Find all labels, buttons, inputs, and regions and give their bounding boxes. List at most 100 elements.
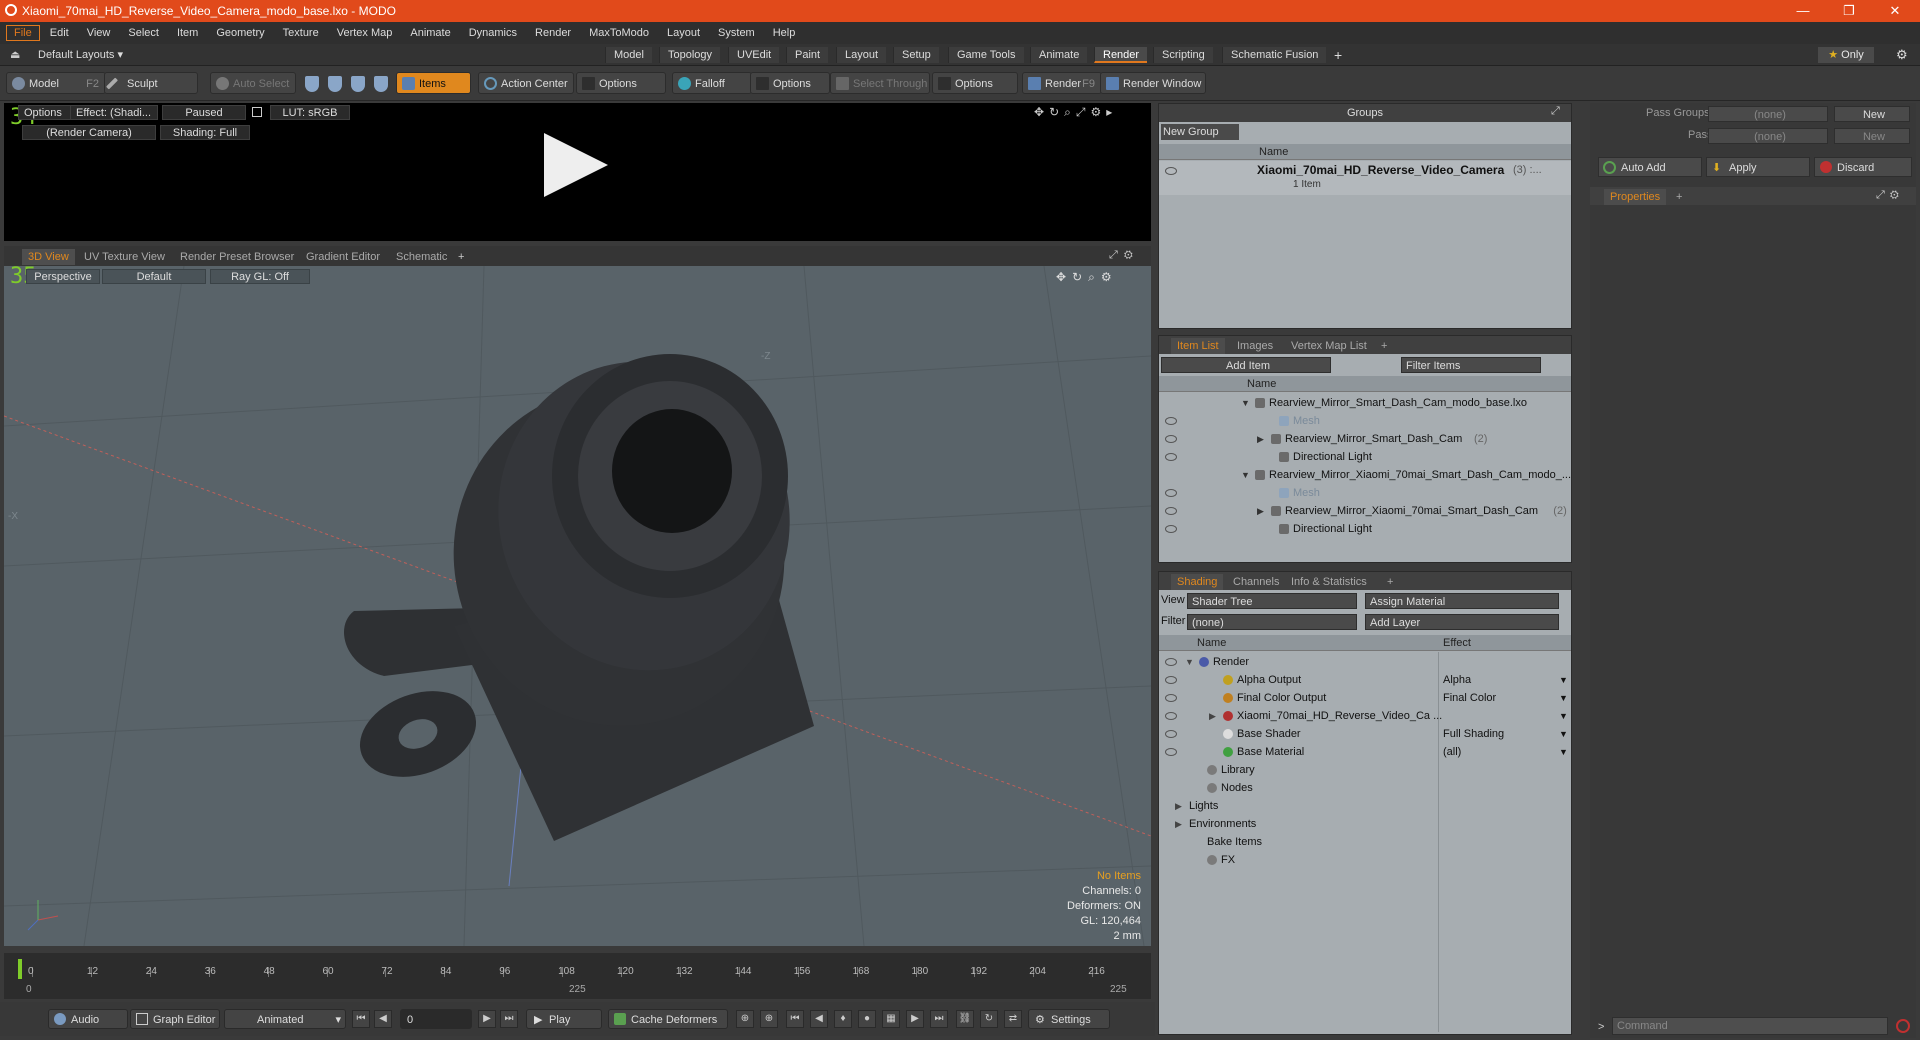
action-center-button[interactable]: Action Center xyxy=(478,72,574,94)
minimize-button[interactable]: — xyxy=(1780,0,1826,22)
go-to-end-button[interactable]: ⏭ xyxy=(500,1010,518,1028)
menu-maxtomodo[interactable]: MaxToModo xyxy=(581,25,657,41)
perspective-dropdown[interactable]: Perspective xyxy=(26,269,100,284)
gear-icon[interactable]: ⚙ xyxy=(1896,47,1908,63)
discard-button[interactable]: Discard xyxy=(1814,157,1912,177)
key-sync-button[interactable]: ⇄ xyxy=(1004,1010,1022,1028)
render-camera-dropdown[interactable]: (Render Camera) xyxy=(22,125,156,140)
expand-arrow-icon[interactable]: ▼ xyxy=(1241,394,1250,412)
visibility-eye-icon[interactable] xyxy=(1165,676,1177,684)
shader-tree-row[interactable]: Alpha Output Alpha ▼ xyxy=(1159,671,1571,689)
tab-topology[interactable]: Topology xyxy=(659,47,721,63)
tab-item-list[interactable]: Item List xyxy=(1171,338,1225,354)
key-fwd-button[interactable]: ▶ xyxy=(906,1010,924,1028)
menu-dynamics[interactable]: Dynamics xyxy=(461,25,525,41)
add-tab-button[interactable]: + xyxy=(1670,189,1688,205)
gear-icon[interactable]: ⚙ xyxy=(1890,189,1904,201)
shader-tree-dropdown[interactable]: Shader Tree xyxy=(1187,593,1357,609)
visibility-eye-icon[interactable] xyxy=(1165,730,1177,738)
zoom-icon[interactable]: ⌕ xyxy=(1088,270,1101,284)
next-frame-button[interactable]: ▶ xyxy=(478,1010,496,1028)
tab-schematic-fusion[interactable]: Schematic Fusion xyxy=(1222,47,1327,63)
tab-gradient-editor[interactable]: Gradient Editor xyxy=(300,249,386,265)
chevron-down-icon[interactable]: ▼ xyxy=(1559,671,1568,689)
visibility-eye-icon[interactable] xyxy=(1165,489,1177,497)
filter-dropdown[interactable]: (none) xyxy=(1187,614,1357,630)
audio-button[interactable]: Audio xyxy=(48,1009,128,1029)
model-mode-button[interactable]: Model F2 xyxy=(6,72,106,94)
edge-select-icon[interactable] xyxy=(328,76,342,92)
assign-material-button[interactable]: Assign Material xyxy=(1365,593,1559,609)
tab-images[interactable]: Images xyxy=(1231,338,1279,354)
shader-tree-row[interactable]: ▶ Environments xyxy=(1159,815,1571,833)
item-list-row[interactable]: Mesh xyxy=(1159,484,1571,502)
shader-effect-value[interactable]: (all) xyxy=(1443,743,1461,761)
shader-effect-value[interactable]: Full Shading xyxy=(1443,725,1504,743)
item-list-row[interactable]: ▼ Rearview_Mirror_Smart_Dash_Cam_modo_bas… xyxy=(1159,394,1571,412)
3d-viewport[interactable]: 35 Perspective Default Ray GL: Off -Z -X… xyxy=(4,266,1151,946)
menu-system[interactable]: System xyxy=(710,25,763,41)
frame-field[interactable]: 0 xyxy=(400,1009,472,1029)
tab-channels[interactable]: Channels xyxy=(1227,574,1285,590)
gear-icon[interactable]: ⚙ xyxy=(1124,249,1139,261)
command-input[interactable]: Command xyxy=(1612,1017,1888,1035)
expand-arrow-icon[interactable]: ▶ xyxy=(1257,502,1264,520)
filter-items-field[interactable]: Filter Items xyxy=(1401,357,1541,373)
arrow-right-icon[interactable]: ▸ xyxy=(1106,105,1117,119)
prev-key-button[interactable]: ⏮ xyxy=(786,1010,804,1028)
maximize-icon[interactable]: ⤢ xyxy=(1551,105,1560,118)
sculpt-mode-button[interactable]: Sculpt xyxy=(104,72,198,94)
shader-tree-row[interactable]: Final Color Output Final Color ▼ xyxy=(1159,689,1571,707)
viewport-nav-controls[interactable]: ✥↻⌕⚙ xyxy=(1056,270,1118,285)
shader-tree-row[interactable]: Library xyxy=(1159,761,1571,779)
animated-dropdown[interactable]: Animated ▾ xyxy=(224,1009,346,1029)
command-history-icon[interactable] xyxy=(1896,1019,1910,1033)
tab-render-preset-browser[interactable]: Render Preset Browser xyxy=(174,249,300,265)
action-center-options-button[interactable]: Options xyxy=(576,72,666,94)
shader-tree-row[interactable]: ▼ Render xyxy=(1159,653,1571,671)
properties-controls[interactable]: ⤢⚙ xyxy=(1876,189,1904,202)
visibility-eye-icon[interactable] xyxy=(1165,712,1177,720)
settings-button[interactable]: ⚙ Settings xyxy=(1028,1009,1110,1029)
item-list-row[interactable]: Directional Light xyxy=(1159,520,1571,538)
chevron-down-icon[interactable]: ▼ xyxy=(1559,689,1568,707)
render-paused-button[interactable]: Paused xyxy=(162,105,246,120)
pass-groups-dropdown[interactable]: (none) xyxy=(1708,106,1828,122)
shader-tree-row[interactable]: Bake Items xyxy=(1159,833,1571,851)
chevron-down-icon[interactable]: ▼ xyxy=(1559,725,1568,743)
menu-animate[interactable]: Animate xyxy=(402,25,458,41)
falloff-button[interactable]: Falloff xyxy=(672,72,752,94)
rotate-icon[interactable]: ↻ xyxy=(1072,270,1088,284)
key-set-button[interactable]: ♦ xyxy=(834,1010,852,1028)
lut-dropdown[interactable]: LUT: sRGB xyxy=(270,105,350,120)
key-back-button[interactable]: ◀ xyxy=(810,1010,828,1028)
shader-effect-value[interactable]: Final Color xyxy=(1443,689,1496,707)
shading-style-dropdown[interactable]: Default xyxy=(102,269,206,284)
auto-add-button[interactable]: Auto Add xyxy=(1598,157,1702,177)
menu-render[interactable]: Render xyxy=(527,25,579,41)
group-row[interactable]: Xiaomi_70mai_HD_Reverse_Video_Camera (3)… xyxy=(1159,161,1571,195)
visibility-eye-icon[interactable] xyxy=(1165,748,1177,756)
shading-dropdown[interactable]: Shading: Full xyxy=(160,125,250,140)
visibility-eye-icon[interactable] xyxy=(1165,694,1177,702)
menu-texture[interactable]: Texture xyxy=(275,25,327,41)
only-toggle[interactable]: ★ Only xyxy=(1818,47,1874,63)
menu-select[interactable]: Select xyxy=(120,25,167,41)
select-through-button[interactable]: Select Through xyxy=(830,72,930,94)
new-group-button[interactable]: New Group xyxy=(1161,124,1239,140)
render-window-button[interactable]: Render Window xyxy=(1100,72,1206,94)
timeline[interactable]: 0 12 24 36 48 60 72 84 96 108 120 132 144 156 168 180 19… xyxy=(4,953,1151,999)
expand-arrow-icon[interactable]: ▼ xyxy=(1241,466,1250,484)
add-item-dropdown[interactable]: Add Item xyxy=(1161,357,1331,373)
close-button[interactable]: ✕ xyxy=(1872,0,1918,22)
zoom-icon[interactable]: ⌕ xyxy=(1064,105,1076,119)
add-viewport-tab-button[interactable]: + xyxy=(452,249,470,265)
gear-icon[interactable]: ⚙ xyxy=(1090,105,1106,119)
key-mode-button[interactable]: ▦ xyxy=(882,1010,900,1028)
expand-arrow-icon[interactable]: ▼ xyxy=(1185,653,1194,671)
new-pass-button[interactable]: New xyxy=(1834,128,1910,144)
key-loop-button[interactable]: ↻ xyxy=(980,1010,998,1028)
lock-icon[interactable] xyxy=(252,107,262,117)
visibility-eye-icon[interactable] xyxy=(1165,167,1177,175)
maximize-icon[interactable]: ⤢ xyxy=(1109,249,1124,261)
